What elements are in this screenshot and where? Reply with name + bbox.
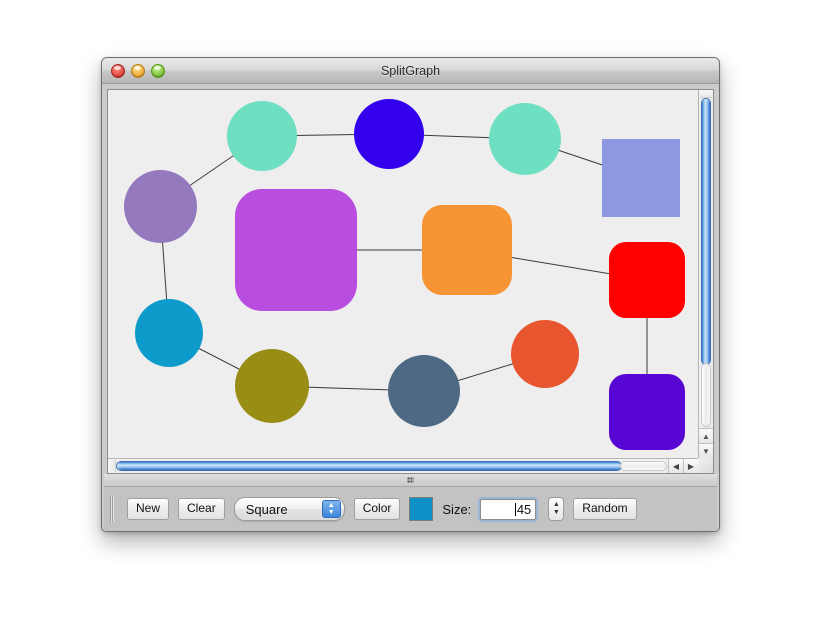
clear-button[interactable]: Clear xyxy=(178,498,225,520)
window-body: ▲ ▼ ◀ ▶ New Clear Square ▲ ▼ Color Size:… xyxy=(102,84,719,531)
graph-node-purple-circle-left[interactable] xyxy=(123,169,197,243)
graph-node-tomato-circle[interactable] xyxy=(511,320,579,388)
graph-node-periwinkle-square[interactable] xyxy=(602,139,680,217)
split-pane-divider[interactable] xyxy=(104,474,717,486)
graph-node-blue-circle-top[interactable] xyxy=(354,99,424,169)
vertical-scrollbar-track[interactable] xyxy=(701,362,711,427)
stepper-up-arrow-icon[interactable]: ▲ xyxy=(553,501,560,508)
scroll-up-arrow-icon[interactable]: ▲ xyxy=(699,428,713,443)
graph-node-cyan-circle-left[interactable] xyxy=(135,299,203,367)
title-bar[interactable]: SplitGraph xyxy=(102,58,719,84)
chevron-up-icon: ▲ xyxy=(327,501,335,509)
color-swatch[interactable] xyxy=(409,497,434,521)
graph-node-slate-circle[interactable] xyxy=(388,355,460,427)
page-background: SplitGraph ▲ ▼ ◀ ▶ New Clear Square ▲ ▼ … xyxy=(0,0,820,620)
graph-node-red-rounded-square[interactable] xyxy=(609,242,685,318)
horizontal-scroll-arrows: ◀ ▶ xyxy=(668,459,698,473)
shape-select-value: Square xyxy=(245,501,288,517)
graph-scroll-area: ▲ ▼ ◀ ▶ xyxy=(107,89,714,474)
random-button[interactable]: Random xyxy=(573,498,637,520)
text-cursor-icon xyxy=(514,502,516,516)
size-label: Size: xyxy=(442,501,472,517)
close-button-icon[interactable] xyxy=(111,63,125,78)
toolbar-grip-icon[interactable] xyxy=(110,496,114,522)
split-handle-icon[interactable] xyxy=(407,477,414,483)
scroll-left-arrow-icon[interactable]: ◀ xyxy=(668,459,683,473)
new-button[interactable]: New xyxy=(127,498,170,520)
vertical-scrollbar[interactable]: ▲ ▼ xyxy=(698,90,713,458)
size-stepper[interactable]: ▲ ▼ xyxy=(548,497,565,521)
vertical-scrollbar-cap xyxy=(700,90,712,98)
application-window: SplitGraph ▲ ▼ ◀ ▶ New Clear Square ▲ ▼ … xyxy=(101,57,720,532)
chevron-updown-icon[interactable]: ▲ ▼ xyxy=(321,500,341,518)
graph-node-mint-circle-top-left[interactable] xyxy=(227,101,297,171)
horizontal-scrollbar-track[interactable] xyxy=(620,461,667,471)
stepper-down-arrow-icon[interactable]: ▼ xyxy=(553,509,560,516)
scroll-right-arrow-icon[interactable]: ▶ xyxy=(683,459,698,473)
vertical-scroll-arrows: ▲ ▼ xyxy=(699,428,713,458)
graph-node-mint-circle-top-right[interactable] xyxy=(489,103,561,175)
shape-select[interactable]: Square ▲ ▼ xyxy=(233,497,345,521)
zoom-button-icon[interactable] xyxy=(151,63,165,78)
graph-node-olive-circle[interactable] xyxy=(235,349,309,423)
graph-node-orange-rounded-square[interactable] xyxy=(422,205,512,295)
size-input[interactable]: 45 xyxy=(480,498,537,520)
bottom-toolbar: New Clear Square ▲ ▼ Color Size: 45 ▲ ▼ … xyxy=(104,486,717,531)
size-input-value: 45 xyxy=(516,501,532,517)
scrollbar-corner xyxy=(698,458,713,473)
window-controls xyxy=(111,63,165,78)
scroll-down-arrow-icon[interactable]: ▼ xyxy=(699,443,713,458)
graph-canvas[interactable] xyxy=(108,90,698,458)
horizontal-scrollbar[interactable]: ◀ ▶ xyxy=(108,458,698,473)
vertical-scrollbar-thumb[interactable] xyxy=(701,98,711,365)
graph-node-orchid-rounded-square[interactable] xyxy=(235,189,357,311)
window-title: SplitGraph xyxy=(380,63,441,78)
horizontal-scrollbar-cap xyxy=(108,460,116,472)
chevron-down-icon: ▼ xyxy=(327,508,335,516)
graph-node-layer xyxy=(108,90,698,458)
color-button[interactable]: Color xyxy=(353,498,401,520)
graph-node-violet-rounded-square[interactable] xyxy=(609,374,685,450)
horizontal-scrollbar-thumb[interactable] xyxy=(116,461,623,471)
minimize-button-icon[interactable] xyxy=(131,63,145,78)
